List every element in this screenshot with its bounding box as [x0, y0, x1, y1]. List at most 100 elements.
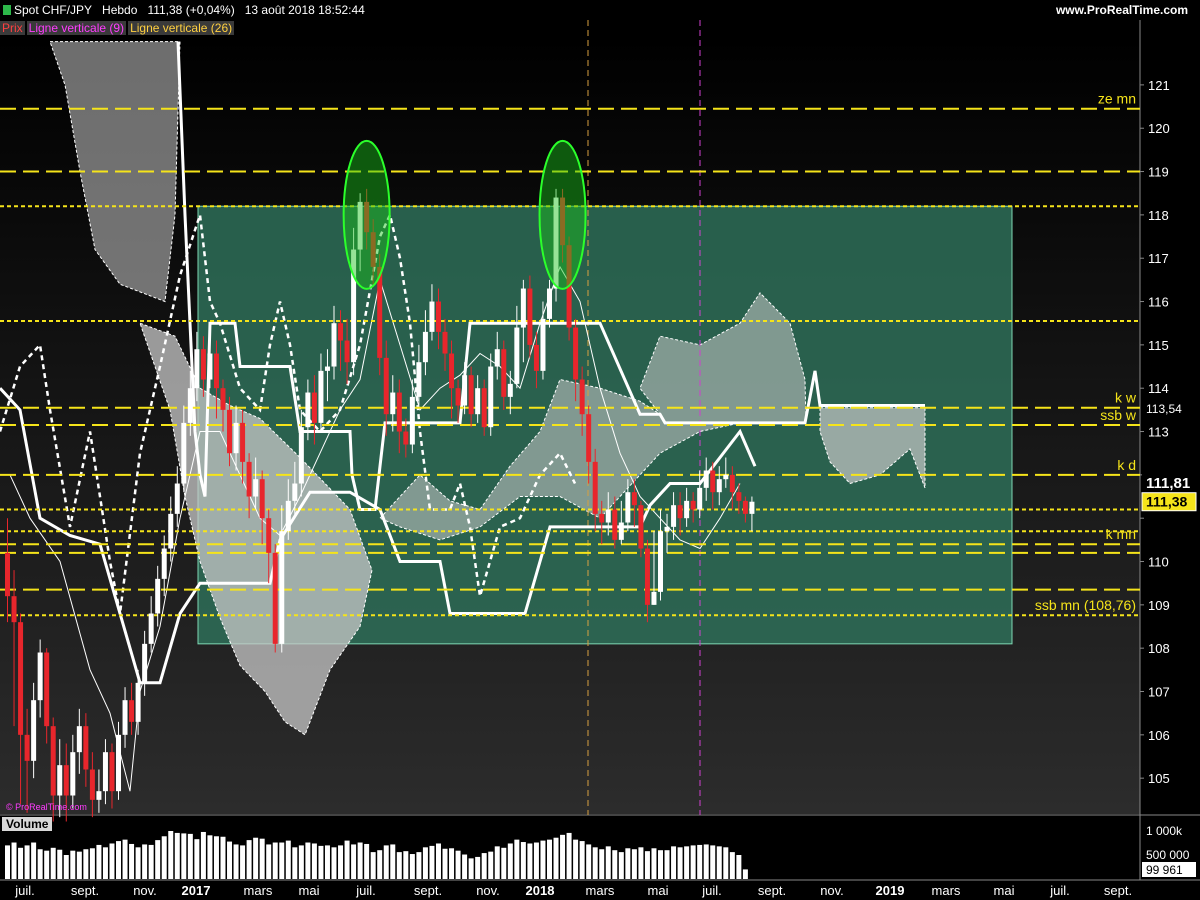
candle-body-95 — [625, 492, 631, 523]
volume-bar-21 — [142, 844, 148, 879]
volume-bar-85 — [560, 834, 566, 879]
volume-bar-40 — [266, 844, 272, 879]
candle-body-15 — [102, 752, 108, 792]
candle-body-87 — [573, 327, 579, 380]
y-tick-label-3: 108 — [1148, 641, 1170, 656]
candle-body-64 — [422, 331, 428, 363]
candle-body-72 — [475, 388, 481, 415]
volume-bar-65 — [429, 845, 435, 879]
volume-bar-22 — [148, 844, 154, 879]
candle-body-42 — [279, 531, 285, 644]
highlight-ellipse-0 — [342, 139, 391, 290]
x-tick-label-7: sept. — [414, 883, 442, 898]
candle-body-44 — [292, 483, 298, 501]
candle-body-27 — [181, 422, 187, 484]
candle-body-7 — [50, 726, 56, 796]
candle-body-24 — [161, 548, 167, 579]
volume-bar-39 — [259, 838, 265, 879]
candle-body-80 — [527, 288, 533, 345]
candle-body-26 — [174, 483, 180, 514]
volume-bar-52 — [344, 840, 350, 879]
volume-bar-100 — [658, 850, 663, 879]
chart-window: Spot CHF/JPY Hebdo 111,38 (+0,04%) 13 ao… — [0, 0, 1200, 900]
volume-bar-31 — [207, 835, 213, 879]
candle-body-94 — [618, 522, 624, 540]
volume-bar-59 — [390, 844, 396, 879]
candle-body-50 — [331, 323, 337, 367]
x-tick-label-1: sept. — [71, 883, 99, 898]
candle-body-35 — [233, 422, 239, 454]
candle-body-73 — [481, 388, 487, 428]
candle-body-107 — [703, 470, 709, 488]
volume-bar-97 — [638, 847, 644, 879]
y-tick-label-11: 116 — [1148, 295, 1169, 310]
volume-bar-35 — [233, 844, 239, 879]
volume-bar-0 — [5, 845, 10, 879]
candle-body-97 — [638, 505, 644, 549]
candle-body-106 — [697, 487, 703, 510]
candle-body-1 — [11, 596, 17, 623]
volume-bar-103 — [677, 847, 683, 879]
volume-bar-44 — [292, 847, 298, 879]
volume-bar-83 — [546, 839, 552, 879]
candle-body-112 — [736, 492, 742, 501]
volume-bar-68 — [449, 848, 455, 879]
candle-body-69 — [455, 388, 461, 406]
volume-bar-58 — [383, 845, 389, 879]
volume-bar-32 — [213, 836, 219, 879]
volume-bar-48 — [318, 845, 324, 879]
volume-bar-8 — [57, 849, 63, 879]
volume-bar-112 — [736, 855, 742, 879]
volume-bar-61 — [403, 851, 409, 879]
volume-bar-16 — [109, 843, 115, 879]
volume-bar-41 — [272, 842, 278, 879]
volume-bar-60 — [396, 852, 402, 879]
y-tick-label-1: 106 — [1148, 728, 1170, 743]
candle-body-76 — [501, 349, 507, 397]
volume-bar-33 — [220, 836, 226, 879]
volume-bar-29 — [194, 839, 200, 879]
candle-body-48 — [318, 370, 324, 423]
candle-body-40 — [266, 518, 272, 553]
candle-body-62 — [409, 396, 415, 445]
y-tick-label-14: 119 — [1148, 165, 1169, 180]
volume-bar-18 — [122, 839, 128, 879]
candle-body-66 — [435, 301, 441, 332]
volume-bar-78 — [514, 839, 520, 879]
volume-bar-46 — [305, 842, 311, 879]
candle-body-102 — [671, 505, 677, 527]
level-label-12: ssb mn (108,76) — [1035, 597, 1136, 613]
candle-body-9 — [63, 765, 69, 796]
candle-body-65 — [429, 301, 435, 332]
volume-bar-91 — [599, 849, 605, 879]
volume-tick-1: 500 000 — [1146, 848, 1190, 862]
candle-body-33 — [220, 388, 226, 410]
volume-bar-19 — [129, 843, 135, 879]
candle-body-47 — [311, 392, 317, 423]
candle-body-30 — [200, 349, 206, 380]
volume-bar-64 — [422, 847, 428, 879]
y-tick-label-13: 118 — [1148, 208, 1169, 223]
volume-bar-94 — [618, 852, 624, 879]
volume-bar-17 — [116, 841, 122, 879]
candle-body-38 — [253, 479, 259, 497]
x-tick-label-2: nov. — [133, 883, 157, 898]
candle-body-89 — [586, 414, 592, 462]
y-tick-label-10: 115 — [1148, 338, 1169, 353]
level-label-6: k d — [1117, 457, 1136, 473]
candle-body-8 — [57, 765, 63, 796]
volume-bar-110 — [723, 847, 729, 879]
volume-bar-74 — [488, 851, 494, 879]
candle-body-98 — [644, 548, 650, 605]
volume-bar-104 — [684, 846, 690, 879]
candle-body-68 — [449, 353, 455, 389]
price-chart[interactable]: ze mn k wssb w k d k mn ssb mn (108,76) 105 1… — [0, 0, 1200, 900]
candle-body-13 — [89, 769, 95, 800]
volume-bar-27 — [181, 833, 187, 879]
candle-body-105 — [690, 500, 696, 510]
volume-bar-101 — [664, 850, 670, 879]
volume-bar-80 — [527, 843, 533, 879]
candle-body-32 — [213, 353, 219, 389]
volume-bar-79 — [520, 842, 526, 879]
y-tick-label-2: 107 — [1148, 685, 1170, 700]
